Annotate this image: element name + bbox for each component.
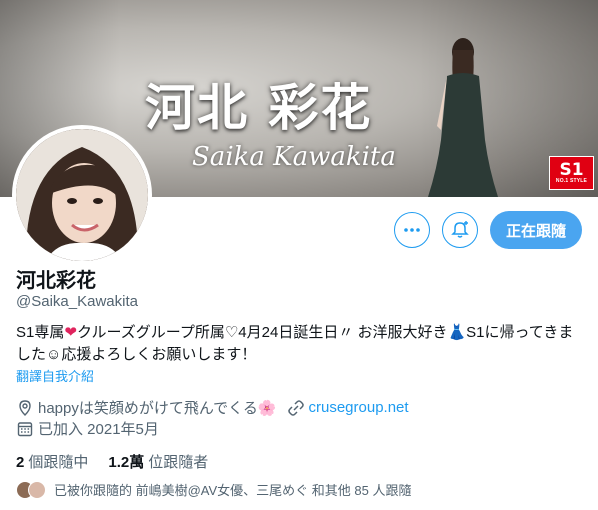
followers-label: 位跟隨者 xyxy=(148,454,209,471)
s1-logo-main: S1 xyxy=(559,159,584,180)
heart-emoji: ❤ xyxy=(64,324,77,341)
s1-logo-sub: NO.1 STYLE xyxy=(555,177,588,184)
banner-figure xyxy=(427,38,499,197)
bio: S1専属❤クルーズグループ所属♡4月24日誕生日〃 お洋服大好き👗S1に帰ってき… xyxy=(16,322,582,366)
s1-logo: S1 NO.1 STYLE xyxy=(549,156,594,190)
display-name: 河北彩花 xyxy=(16,270,96,292)
location-icon xyxy=(16,399,34,417)
following-count: 2 xyxy=(16,454,25,471)
bio-part-2: クルーズグループ所属♡4月24日誕生日〃 お洋服大好き xyxy=(76,324,448,341)
dress-emoji: 👗 xyxy=(447,324,467,341)
profile-meta-row: happyは笑顔めがけて飛んでくる🌸 crusegroup.net xyxy=(16,397,409,418)
followers-you-know[interactable]: 已被你跟隨的 前嶋美樹@AV女優、三尾めぐ 和其他 85 人跟隨 xyxy=(16,480,411,499)
followers-count: 1.2萬 xyxy=(108,454,145,471)
banner-title: 河北 彩花 xyxy=(145,78,373,137)
notifications-button[interactable] xyxy=(442,212,478,248)
calendar-icon xyxy=(16,420,34,438)
follower-avatar xyxy=(28,480,46,499)
following-label: 個跟隨中 xyxy=(28,454,89,471)
followers-stat[interactable]: 1.2萬 位跟隨者 xyxy=(108,451,208,472)
link-icon xyxy=(287,399,305,417)
bell-plus-icon xyxy=(451,221,469,238)
joined-date: 已加入 2021年5月 xyxy=(38,421,159,438)
joined-row: 已加入 2021年5月 xyxy=(16,418,159,439)
followers-you-know-text: 已被你跟隨的 前嶋美樹@AV女優、三尾めぐ 和其他 85 人跟隨 xyxy=(54,483,412,498)
bio-part-1: S1専属 xyxy=(16,324,65,341)
avatar[interactable] xyxy=(12,125,152,265)
more-button[interactable] xyxy=(394,212,430,248)
location-text: happyは笑顔めがけて飛んでくる🌸 xyxy=(38,400,277,417)
follow-stats: 2 個跟隨中 1.2萬 位跟隨者 xyxy=(16,451,228,472)
following-stat[interactable]: 2 個跟隨中 xyxy=(16,451,88,472)
translate-bio-link[interactable]: 翻譯自我介紹 xyxy=(16,366,94,385)
more-horizontal-icon xyxy=(404,228,420,232)
username: @Saika_Kawakita xyxy=(16,293,138,310)
banner-subtitle: Saika Kawakita xyxy=(192,142,396,172)
following-button[interactable]: 正在跟隨 xyxy=(490,211,582,249)
website-link[interactable]: crusegroup.net xyxy=(309,399,409,416)
